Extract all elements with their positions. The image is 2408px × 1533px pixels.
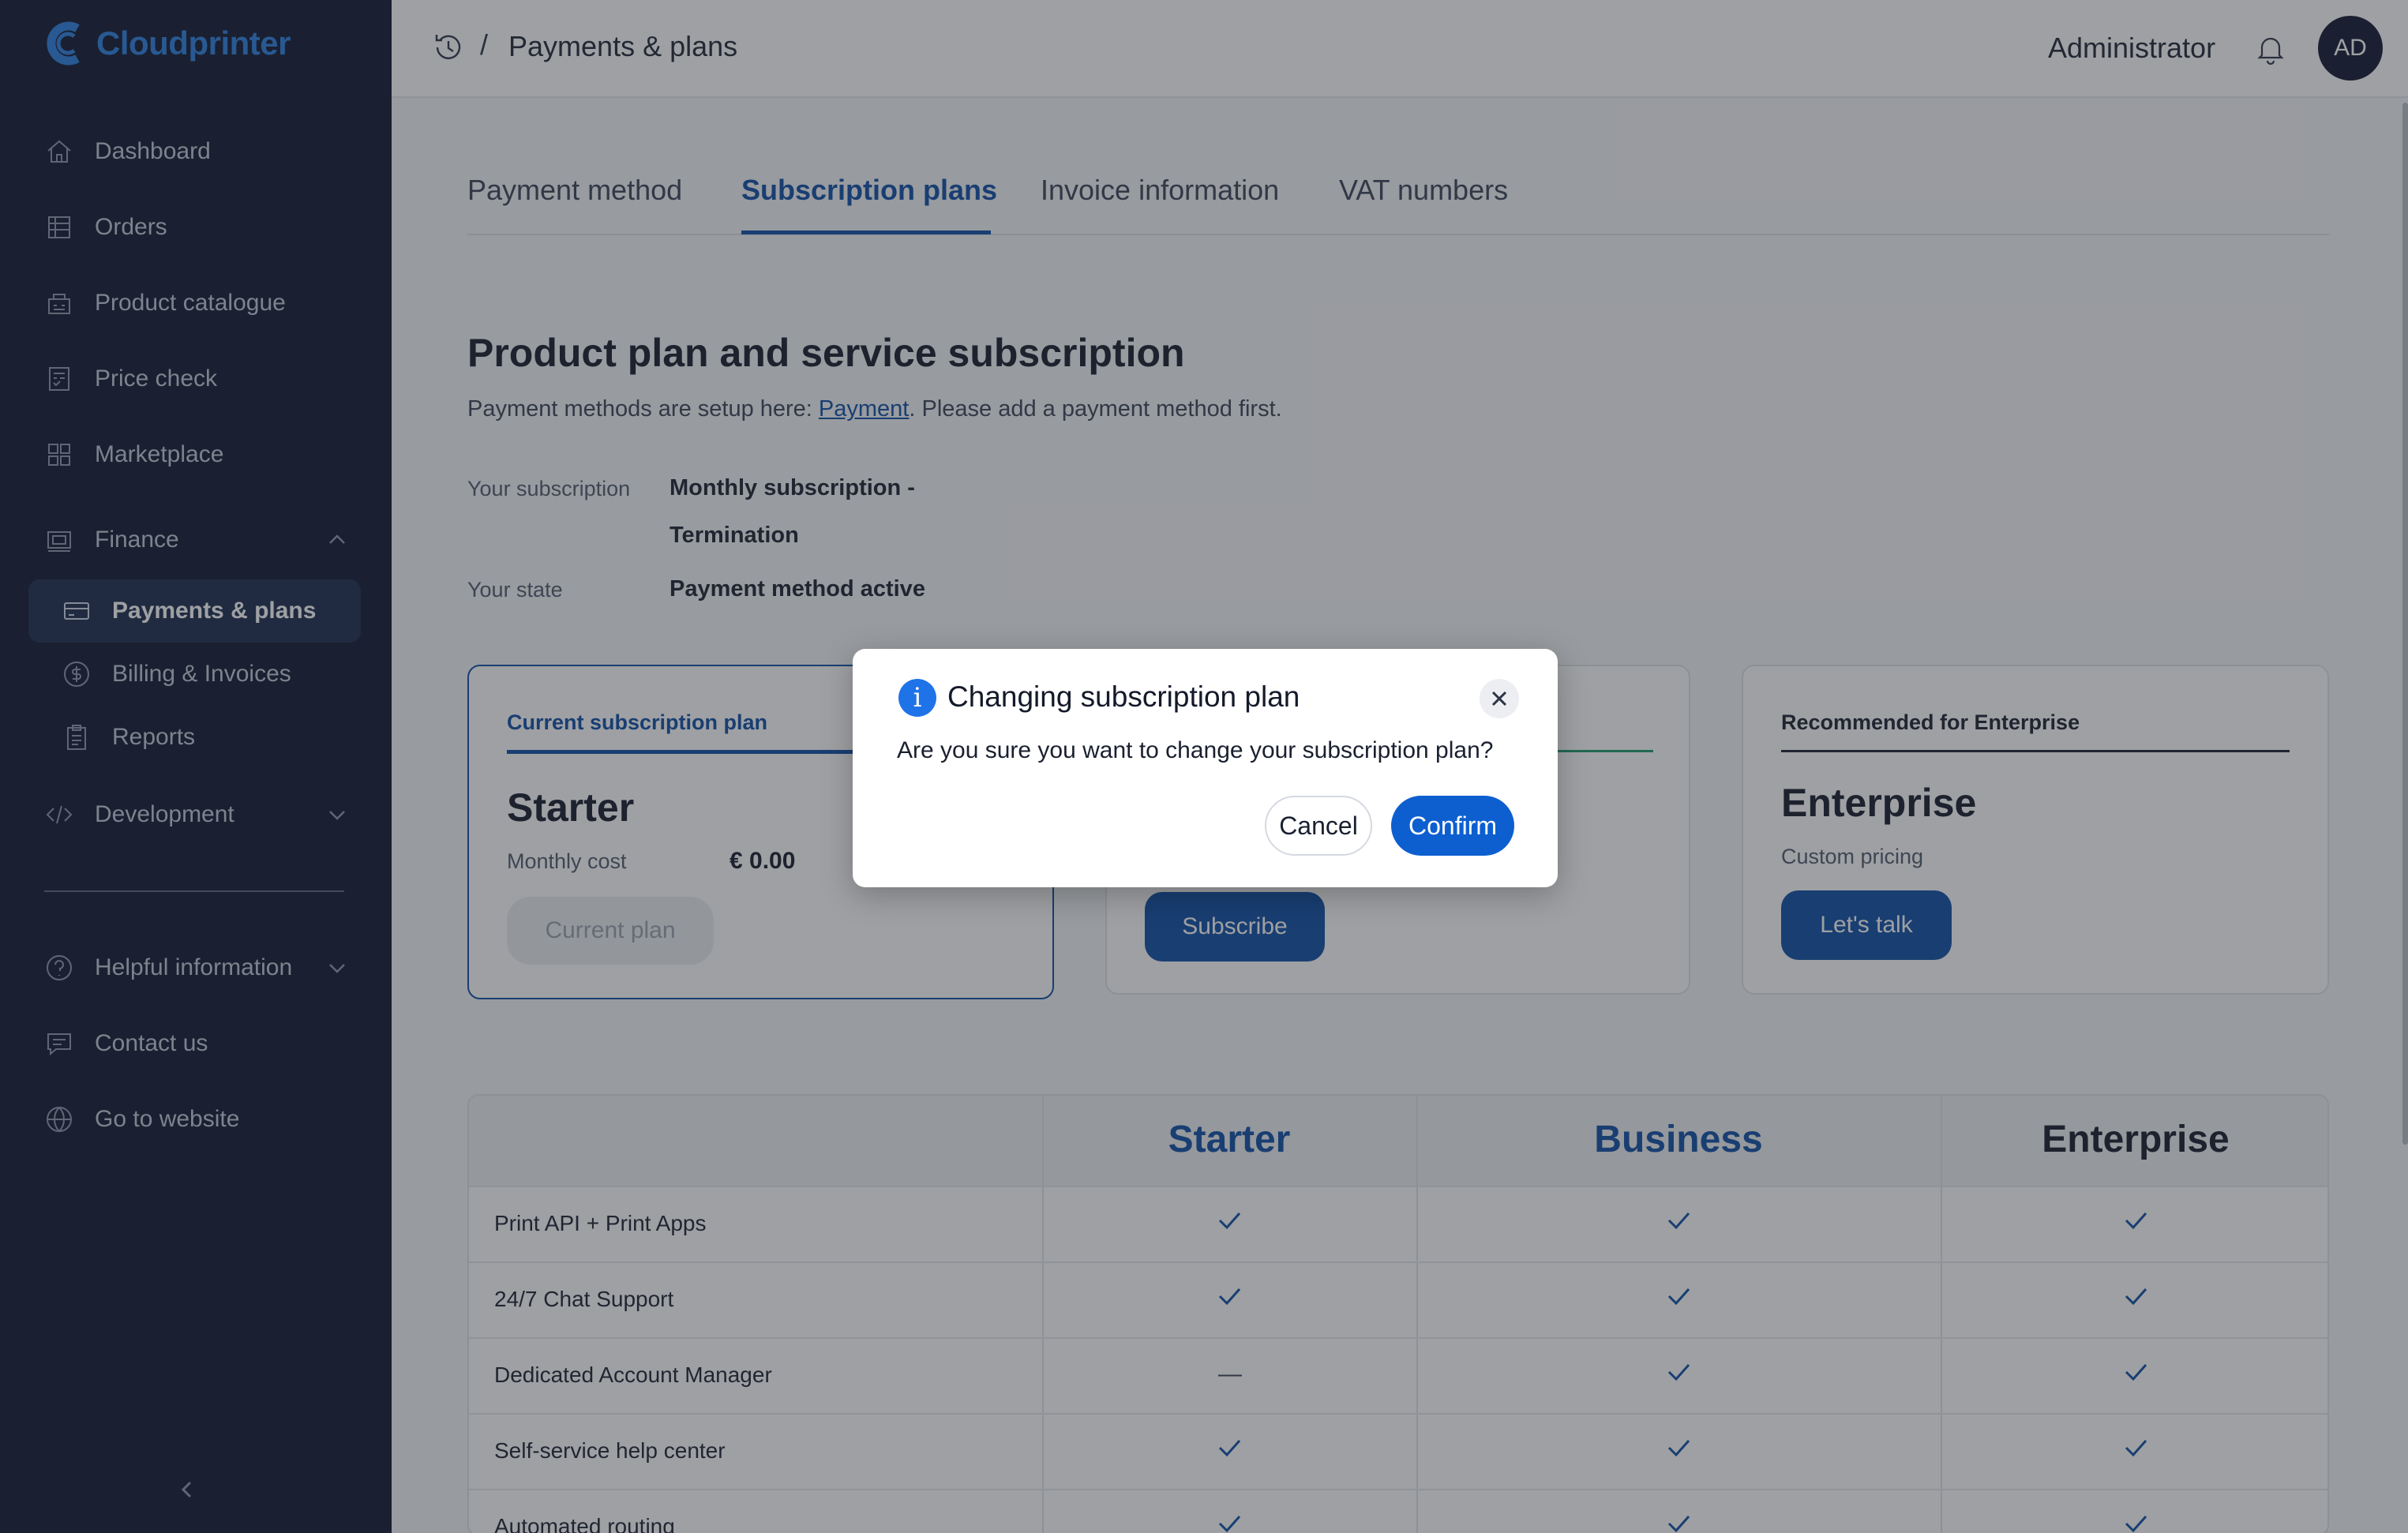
dialog-message: Are you sure you want to change your sub… (897, 737, 1494, 763)
confirm-button[interactable]: Confirm (1391, 796, 1514, 856)
info-icon: i (898, 679, 936, 717)
dialog-title: Changing subscription plan (947, 680, 1300, 713)
confirm-dialog: i Changing subscription plan Are you sur… (853, 649, 1558, 887)
cancel-button[interactable]: Cancel (1265, 796, 1372, 856)
close-icon[interactable] (1480, 679, 1519, 718)
